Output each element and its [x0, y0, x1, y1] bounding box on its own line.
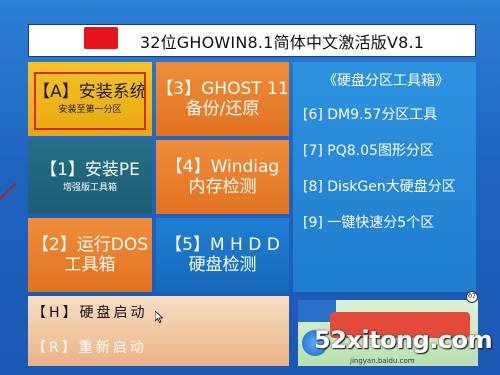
run-dos-label: 【2】运行DOS	[31, 235, 149, 255]
watermark-text: 52xitong.com	[314, 326, 493, 354]
mhdd-sublabel: 硬盘检测	[188, 255, 257, 275]
menu-item-diskgen[interactable]: [8] DiskGen大硬盘分区	[303, 176, 476, 196]
reboot-item[interactable]: 【R】重新启动	[32, 337, 147, 357]
menu-item-pq[interactable]: [7] PQ8.05图形分区	[303, 140, 476, 160]
install-pe-sublabel: 增强版工具箱	[62, 183, 117, 193]
page-title: 32位GHOWIN8.1简体中文激活版V8.1	[139, 32, 425, 52]
run-dos-button[interactable]: 【2】运行DOS 工具箱	[28, 218, 152, 292]
watermark-url: jingyan.baidu.com	[350, 357, 415, 365]
windiag-button[interactable]: 【4】Windiag 内存检测	[156, 140, 289, 214]
partition-tools-panel: 《硬盘分区工具箱》 [6] DM9.57分区工具 [7] PQ8.05图形分区 …	[293, 62, 476, 292]
mhdd-button[interactable]: 【5】M H D D 硬盘检测	[156, 218, 289, 292]
panel-title: 《硬盘分区工具箱》	[323, 73, 449, 89]
boot-options-panel: 【H】硬盘启动 【R】重新启动	[28, 296, 289, 366]
selection-highlight	[34, 72, 146, 130]
ghost-backup-button[interactable]: 【3】GHOST 11 备份/还原	[156, 62, 289, 136]
redaction-mark	[84, 27, 118, 49]
badge-icon: 07	[466, 291, 478, 303]
install-pe-button[interactable]: 【1】安装PE 增强版工具箱	[28, 140, 152, 214]
ghost-label: 【3】GHOST 11	[156, 79, 289, 99]
menu-item-dm[interactable]: [6] DM9.57分区工具	[303, 104, 476, 124]
menu-item-quick-partition[interactable]: [9] 一键快速分5个区	[303, 212, 476, 232]
mouse-cursor-icon	[155, 311, 163, 323]
windiag-label: 【4】Windiag	[165, 157, 280, 177]
install-pe-label: 【1】安装PE	[40, 160, 140, 180]
windiag-sublabel: 内存检测	[188, 177, 257, 197]
ghost-sublabel: 备份/还原	[185, 99, 260, 119]
decorative-line	[0, 182, 17, 200]
run-dos-sublabel: 工具箱	[64, 255, 116, 275]
mhdd-label: 【5】M H D D	[165, 235, 280, 255]
install-system-button[interactable]: 【A】安装系统 安装至第一分区	[28, 62, 152, 136]
hdd-boot-item[interactable]: 【H】硬盘启动	[32, 302, 148, 322]
